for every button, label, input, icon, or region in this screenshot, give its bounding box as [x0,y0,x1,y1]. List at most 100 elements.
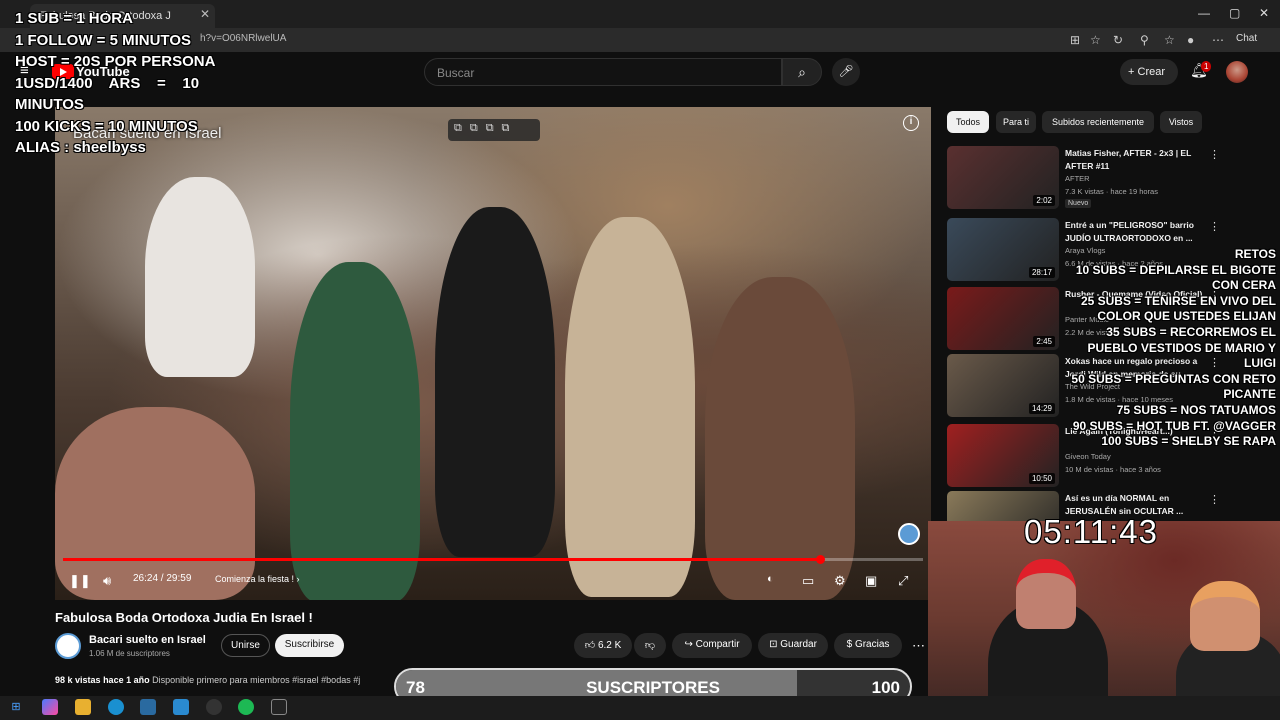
voice-search-button[interactable]: 🎤︎ [832,58,860,86]
recommendation-thumbnail[interactable]: 28:17 [947,218,1059,281]
epic-games-icon[interactable] [271,699,287,715]
chat-button[interactable]: Chat [1236,33,1257,44]
volume-icon[interactable]: 🔊︎ [103,573,111,589]
theater-mode-icon[interactable]: ▣ [865,573,877,589]
video-duration: 28:17 [1028,267,1055,278]
challenges-overlay: RETOS 10 SUBS = DEPILARSE EL BIGOTE CON … [1060,247,1276,450]
like-button[interactable]: 👍︎ 6.2 K [574,633,632,658]
create-label: Crear [1137,66,1166,78]
chapter-label[interactable]: Comienza la fiesta ! › [215,574,300,584]
thumbs-up-icon: 👍︎ [584,640,596,651]
streamer-head [1016,559,1076,629]
new-badge: Nuevo [1065,199,1092,208]
recommendation-title[interactable]: Matias Fisher, AFTER - 2x3 | EL AFTER #1… [1065,147,1205,173]
windows-taskbar: ⊞ [0,696,1280,720]
video-progress-bar[interactable] [63,555,923,564]
bookmark-icon: ⊡ [769,639,778,650]
chip-para-ti[interactable]: Para ti [996,111,1036,133]
video-scrubber-handle[interactable] [815,555,825,564]
guest-figure [145,177,255,377]
recommendation-channel[interactable]: Giveon Today [1065,452,1111,461]
info-icon[interactable]: i [903,115,919,131]
video-duration: 2:02 [1033,195,1055,206]
dancer-figure [705,277,855,600]
extensions-icon[interactable]: ⚲ [1140,33,1149,47]
channel-watermark[interactable] [898,523,920,545]
minimize-icon[interactable]: — [1198,6,1210,20]
notification-count-badge: 1 [1201,61,1212,72]
chip-vistos[interactable]: Vistos [1160,111,1202,133]
more-actions-icon[interactable]: ⋯ [912,638,925,654]
video-player[interactable]: Bacari suelto en Israel ⧉⧉⧉⧉ i ❚❚ 🔊︎ 26:… [55,107,931,600]
chip-subidos-recientemente[interactable]: Subidos recientemente [1042,111,1154,133]
more-options-icon[interactable]: ⋮ [1209,493,1220,506]
create-button[interactable]: + Crear [1120,59,1178,85]
dislike-button[interactable]: 👎︎ [634,633,666,658]
recommendation-thumbnail[interactable]: 14:29 [947,354,1059,417]
pause-icon[interactable]: ❚❚ [69,573,91,589]
subtitles-icon[interactable]: ▭ [802,573,814,589]
recommendation-thumbnail[interactable]: 2:45 [947,287,1059,350]
close-window-icon[interactable]: ✕ [1259,6,1269,20]
challenge-line: 35 SUBS = RECORREMOS EL PUEBLO VESTIDOS … [1087,324,1276,371]
user-avatar[interactable] [1226,61,1248,83]
recommendation-meta: 10 M de vistas · hace 3 años [1065,465,1161,474]
autoplay-toggle-icon[interactable]: ◐ [767,573,774,585]
goal-target: 100 [871,678,900,697]
recommendation-item[interactable]: 2:02 Matias Fisher, AFTER - 2x3 | EL AFTE… [947,146,1247,212]
recommendation-thumbnail[interactable]: 10:50 [947,424,1059,487]
fullscreen-icon[interactable]: ⤢ [898,573,908,589]
recommendation-meta: 7.3 K vistas · hace 19 horas [1065,187,1158,196]
refresh-icon[interactable]: ↻ [1113,33,1123,47]
channel-subscriber-count: 1.06 M de suscriptores [89,649,170,658]
search-icon: ⌕ [798,64,806,80]
save-label: Guardar [780,639,817,650]
edge-icon[interactable] [108,699,124,715]
challenge-line: RETOS [1234,247,1276,261]
thanks-icon: $ [846,639,853,650]
challenge-line: 25 SUBS = TEÑIRSE EN VIVO DEL COLOR QUE … [1080,293,1276,324]
challenge-line: 10 SUBS = DEPILARSE EL BIGOTE CON CERA [1075,262,1276,293]
obs-icon[interactable] [206,699,222,715]
description-row[interactable]: 98 k vistas hace 1 año Disponible primer… [55,675,400,691]
profile-icon[interactable]: ● [1187,33,1194,47]
share-button[interactable]: ↪ Compartir [672,633,752,658]
channel-avatar[interactable] [55,633,81,659]
save-button[interactable]: ⊡ Guardar [758,633,828,658]
channel-name[interactable]: Bacari suelto en Israel [89,634,206,646]
recommendation-title[interactable]: Entré a un "PELIGROSO" barrio JUDÍO ULTR… [1065,219,1205,245]
video-duration: 10:50 [1028,473,1055,484]
subscribe-button[interactable]: Suscribirse [275,634,344,657]
store-icon[interactable] [173,699,189,715]
chip-todos[interactable]: Todos [947,111,989,133]
plus-icon: + [1128,66,1135,78]
spotify-icon[interactable] [238,699,254,715]
cameraman-figure [565,217,695,597]
goal-label: SUSCRIPTORES [586,678,720,697]
stream-rules-overlay: 1 SUB = 1 HORA 1 FOLLOW = 5 MINUTOS HOST… [15,10,216,156]
favorites-icon[interactable]: ☆ [1164,33,1175,47]
copilot-icon[interactable] [42,699,58,715]
apps-icon[interactable]: ⊞ [1070,33,1080,47]
mic-icon: 🎤︎ [838,64,854,78]
file-explorer-icon[interactable] [75,699,91,715]
recommendation-thumbnail[interactable]: 2:02 [947,146,1059,209]
join-button[interactable]: Unirse [221,634,270,657]
dancer-figure [435,207,555,557]
like-count: 6.2 K [597,640,622,651]
thanks-button[interactable]: $ Gracias [834,633,902,658]
settings-gear-icon[interactable]: ⚙ [834,573,846,589]
more-options-icon[interactable]: ⋮ [1209,220,1220,233]
video-tools-toolbar[interactable]: ⧉⧉⧉⧉ [448,119,540,141]
more-icon[interactable]: ⋯ [1212,33,1224,47]
maximize-icon[interactable]: ▢ [1229,6,1240,20]
recommendation-channel[interactable]: AFTER [1065,174,1090,183]
more-options-icon[interactable]: ⋮ [1209,148,1220,161]
dancer-figure [290,262,420,600]
chat-label: Chat [1236,33,1258,44]
edge-active-icon[interactable] [140,699,156,715]
windows-start-icon[interactable]: ⊞ [8,699,24,715]
search-button[interactable]: ⌕ [782,58,822,86]
bookmark-star-icon[interactable]: ☆ [1090,33,1101,47]
search-input[interactable]: Buscar [424,58,782,86]
